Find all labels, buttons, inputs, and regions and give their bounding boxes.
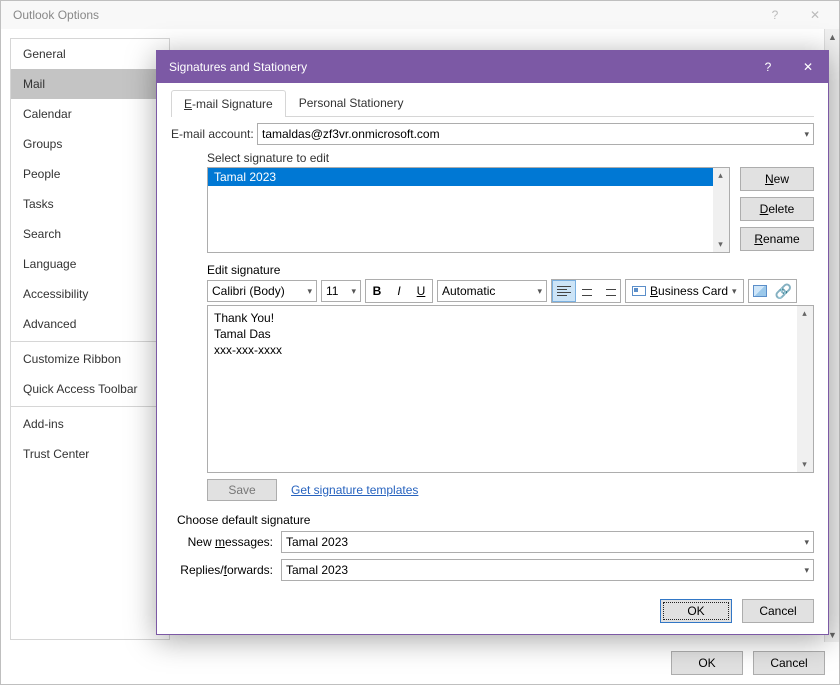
sidebar-item-tasks[interactable]: Tasks <box>11 189 169 219</box>
email-account-value: tamaldas@zf3vr.onmicrosoft.com <box>262 127 440 141</box>
tab-personal-stationery[interactable]: Personal Stationery <box>286 89 417 116</box>
align-left-button[interactable] <box>552 280 576 302</box>
signature-editor[interactable]: Thank You! Tamal Das xxx-xxx-xxxx ▴ ▾ <box>207 305 814 473</box>
dialog-help-button[interactable]: ? <box>748 51 788 83</box>
sidebar-item-customize-ribbon[interactable]: Customize Ribbon <box>11 344 169 374</box>
sidebar-item-language[interactable]: Language <box>11 249 169 279</box>
align-right-button[interactable] <box>598 280 620 302</box>
sidebar-item-groups[interactable]: Groups <box>11 129 169 159</box>
sidebar-item-accessibility[interactable]: Accessibility <box>11 279 169 309</box>
save-button[interactable]: Save <box>207 479 277 501</box>
chevron-down-icon: ▾ <box>732 286 737 297</box>
get-templates-link[interactable]: Get signature templates <box>291 483 418 497</box>
new-messages-select[interactable]: Tamal 2023▾ <box>281 531 814 553</box>
help-button[interactable]: ? <box>755 2 795 28</box>
chevron-down-icon: ▾ <box>537 286 542 297</box>
options-title: Outlook Options <box>5 8 755 22</box>
replies-forwards-select[interactable]: Tamal 2023▾ <box>281 559 814 581</box>
underline-button[interactable]: U <box>410 280 432 302</box>
chevron-down-icon: ▾ <box>351 286 356 297</box>
italic-button[interactable]: I <box>388 280 410 302</box>
sidebar-item-calendar[interactable]: Calendar <box>11 99 169 129</box>
scroll-down-icon[interactable]: ▾ <box>713 237 728 252</box>
dialog-tabs: E-mail Signature Personal Stationery <box>171 89 814 117</box>
chevron-down-icon: ▾ <box>804 565 809 576</box>
dialog-ok-button[interactable]: OK <box>660 599 732 623</box>
picture-icon <box>753 285 767 297</box>
business-card-button[interactable]: Business Card ▾ <box>625 279 744 303</box>
select-signature-label: Select signature to edit <box>207 151 814 165</box>
options-ok-button[interactable]: OK <box>671 651 743 675</box>
font-size-select[interactable]: 11▾ <box>321 280 361 302</box>
business-card-icon <box>632 286 646 296</box>
dialog-close-button[interactable]: ✕ <box>788 51 828 83</box>
align-center-icon <box>580 286 594 296</box>
dialog-cancel-button[interactable]: Cancel <box>742 599 814 623</box>
scroll-up-icon[interactable]: ▴ <box>797 306 812 321</box>
choose-default-label: Choose default signature <box>177 513 814 527</box>
options-footer: OK Cancel <box>671 642 839 684</box>
options-sidebar: GeneralMailCalendarGroupsPeopleTasksSear… <box>10 38 170 640</box>
signature-list-item[interactable]: Tamal 2023 <box>208 168 729 186</box>
font-color-select[interactable]: Automatic▾ <box>437 280 547 302</box>
replies-forwards-label: Replies/forwards: <box>177 563 281 577</box>
sidebar-item-mail[interactable]: Mail <box>11 69 169 99</box>
email-account-label: E-mail account: <box>171 127 257 141</box>
new-signature-button[interactable]: New <box>740 167 814 191</box>
options-cancel-button[interactable]: Cancel <box>753 651 825 675</box>
dialog-titlebar: Signatures and Stationery ? ✕ <box>157 51 828 83</box>
scroll-down-icon[interactable]: ▾ <box>797 457 812 472</box>
align-center-button[interactable] <box>576 280 598 302</box>
sidebar-item-add-ins[interactable]: Add-ins <box>11 409 169 439</box>
sidebar-item-search[interactable]: Search <box>11 219 169 249</box>
chevron-down-icon: ▾ <box>307 286 312 297</box>
align-right-icon <box>602 286 616 296</box>
sidebar-item-general[interactable]: General <box>11 39 169 69</box>
insert-picture-button[interactable] <box>749 280 771 302</box>
signature-text[interactable]: Thank You! Tamal Das xxx-xxx-xxxx <box>208 306 813 363</box>
new-messages-label: New messages: <box>177 535 281 549</box>
signatures-dialog: Signatures and Stationery ? ✕ E-mail Sig… <box>156 50 829 635</box>
signature-list[interactable]: Tamal 2023 ▴ ▾ <box>207 167 730 253</box>
sidebar-item-quick-access-toolbar[interactable]: Quick Access Toolbar <box>11 374 169 404</box>
sidebar-item-trust-center[interactable]: Trust Center <box>11 439 169 469</box>
scroll-up-icon[interactable]: ▲ <box>825 29 840 44</box>
rename-signature-button[interactable]: Rename <box>740 227 814 251</box>
dialog-footer: OK Cancel <box>157 588 828 634</box>
chevron-down-icon: ▾ <box>804 129 809 140</box>
font-family-select[interactable]: Calibri (Body)▾ <box>207 280 317 302</box>
chevron-down-icon: ▾ <box>804 537 809 548</box>
dialog-title: Signatures and Stationery <box>157 60 748 74</box>
editor-scrollbar[interactable]: ▴ ▾ <box>797 306 813 472</box>
close-button[interactable]: ✕ <box>795 2 835 28</box>
delete-signature-button[interactable]: Delete <box>740 197 814 221</box>
options-titlebar: Outlook Options ? ✕ <box>1 1 839 29</box>
insert-link-button[interactable]: 🔗 <box>771 280 796 302</box>
email-account-select[interactable]: tamaldas@zf3vr.onmicrosoft.com ▾ <box>257 123 814 145</box>
tab-email-signature[interactable]: E-mail Signature <box>171 90 286 117</box>
bold-button[interactable]: B <box>366 280 388 302</box>
editor-toolbar: Calibri (Body)▾ 11▾ B I U Automatic▾ Bus… <box>207 279 814 303</box>
edit-signature-label: Edit signature <box>207 263 814 277</box>
sidebar-item-advanced[interactable]: Advanced <box>11 309 169 339</box>
list-scrollbar[interactable]: ▴ ▾ <box>713 168 729 252</box>
link-icon: 🔗 <box>775 283 792 300</box>
scroll-up-icon[interactable]: ▴ <box>713 168 728 183</box>
sidebar-item-people[interactable]: People <box>11 159 169 189</box>
align-left-icon <box>557 286 571 296</box>
